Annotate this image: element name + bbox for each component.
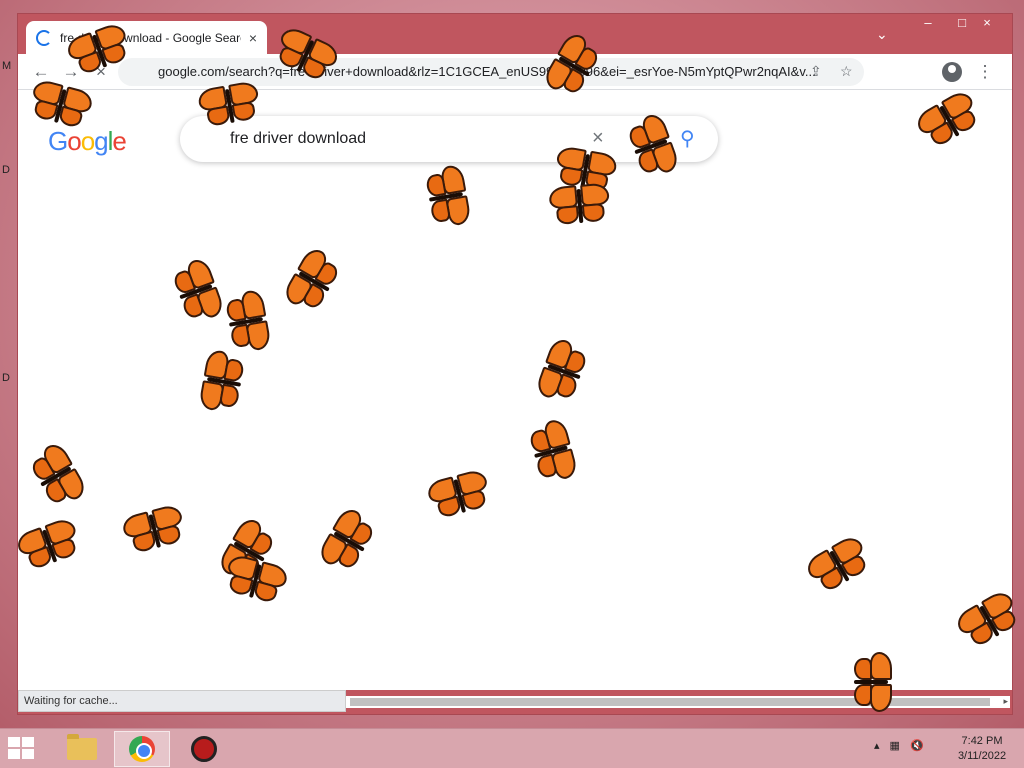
search-query[interactable]: fre driver download bbox=[230, 130, 366, 148]
desktop-icon-label[interactable]: D bbox=[2, 164, 10, 176]
desktop-icon-label[interactable]: D bbox=[2, 372, 10, 384]
system-tray: ▴ ▦ 🔇 bbox=[874, 739, 924, 752]
butterfly-decoration bbox=[848, 652, 892, 712]
tab-strip: fre driver download - Google Search × + … bbox=[18, 14, 1012, 54]
tray-overflow-icon[interactable]: ▴ bbox=[874, 739, 880, 752]
url-text[interactable]: google.com/search?q=fre+driver+download&… bbox=[158, 64, 838, 79]
status-bubble: Waiting for cache... bbox=[18, 690, 346, 712]
butterfly-decoration bbox=[548, 182, 612, 231]
tab-close-icon[interactable]: × bbox=[249, 30, 257, 46]
red-app-icon bbox=[191, 736, 217, 762]
address-bar[interactable]: google.com/search?q=fre+driver+download&… bbox=[118, 58, 864, 86]
chrome-window: fre driver download - Google Search × + … bbox=[17, 13, 1013, 715]
start-logo-pane bbox=[8, 749, 20, 759]
desktop-icon-label[interactable]: M bbox=[2, 60, 11, 72]
taskbar-chrome[interactable] bbox=[114, 731, 170, 767]
logo-letter: e bbox=[112, 126, 127, 156]
folder-icon bbox=[67, 734, 97, 760]
menu-icon[interactable]: ⋮ bbox=[972, 60, 998, 84]
clear-icon[interactable]: × bbox=[592, 127, 604, 150]
chrome-icon bbox=[129, 736, 155, 762]
scrollbar-thumb[interactable] bbox=[350, 698, 990, 706]
tab-google-search[interactable]: fre driver download - Google Search × bbox=[26, 21, 267, 54]
start-logo-pane bbox=[8, 737, 20, 747]
profile-avatar-icon[interactable] bbox=[942, 62, 962, 82]
clock[interactable]: 7:42 PM 3/11/2022 bbox=[950, 734, 1014, 764]
taskbar: ▴ ▦ 🔇 7:42 PM 3/11/2022 bbox=[0, 728, 1024, 768]
bookmark-star-icon[interactable]: ☆ bbox=[840, 63, 853, 80]
taskbar-file-explorer[interactable] bbox=[54, 731, 110, 767]
taskbar-red-app[interactable] bbox=[176, 731, 232, 767]
start-logo-pane bbox=[22, 737, 34, 747]
volume-muted-icon[interactable]: 🔇 bbox=[910, 739, 924, 752]
scroll-right-arrow-icon[interactable]: ▸ bbox=[1003, 696, 1008, 707]
loading-spinner-icon bbox=[36, 29, 52, 46]
google-logo[interactable]: Google bbox=[48, 126, 127, 157]
logo-letter: g bbox=[94, 126, 109, 156]
close-window-button[interactable]: × bbox=[970, 14, 1004, 34]
share-icon[interactable]: ⇪ bbox=[810, 63, 822, 80]
horizontal-scrollbar[interactable]: ▸ bbox=[346, 696, 1010, 708]
page-content: Google fre driver download × ⚲ bbox=[18, 90, 1012, 690]
clock-date: 3/11/2022 bbox=[957, 750, 1007, 762]
minimize-button[interactable]: – bbox=[911, 14, 945, 34]
start-logo-pane bbox=[22, 749, 34, 759]
network-icon[interactable]: ▦ bbox=[890, 739, 900, 752]
browser-toolbar: ← → × google.com/search?q=fre+driver+dow… bbox=[18, 54, 1012, 90]
clock-time: 7:42 PM bbox=[961, 735, 1003, 747]
search-icon[interactable]: ⚲ bbox=[680, 126, 695, 151]
tab-search-icon[interactable]: ⌄ bbox=[876, 26, 888, 43]
start-button[interactable] bbox=[8, 737, 38, 761]
